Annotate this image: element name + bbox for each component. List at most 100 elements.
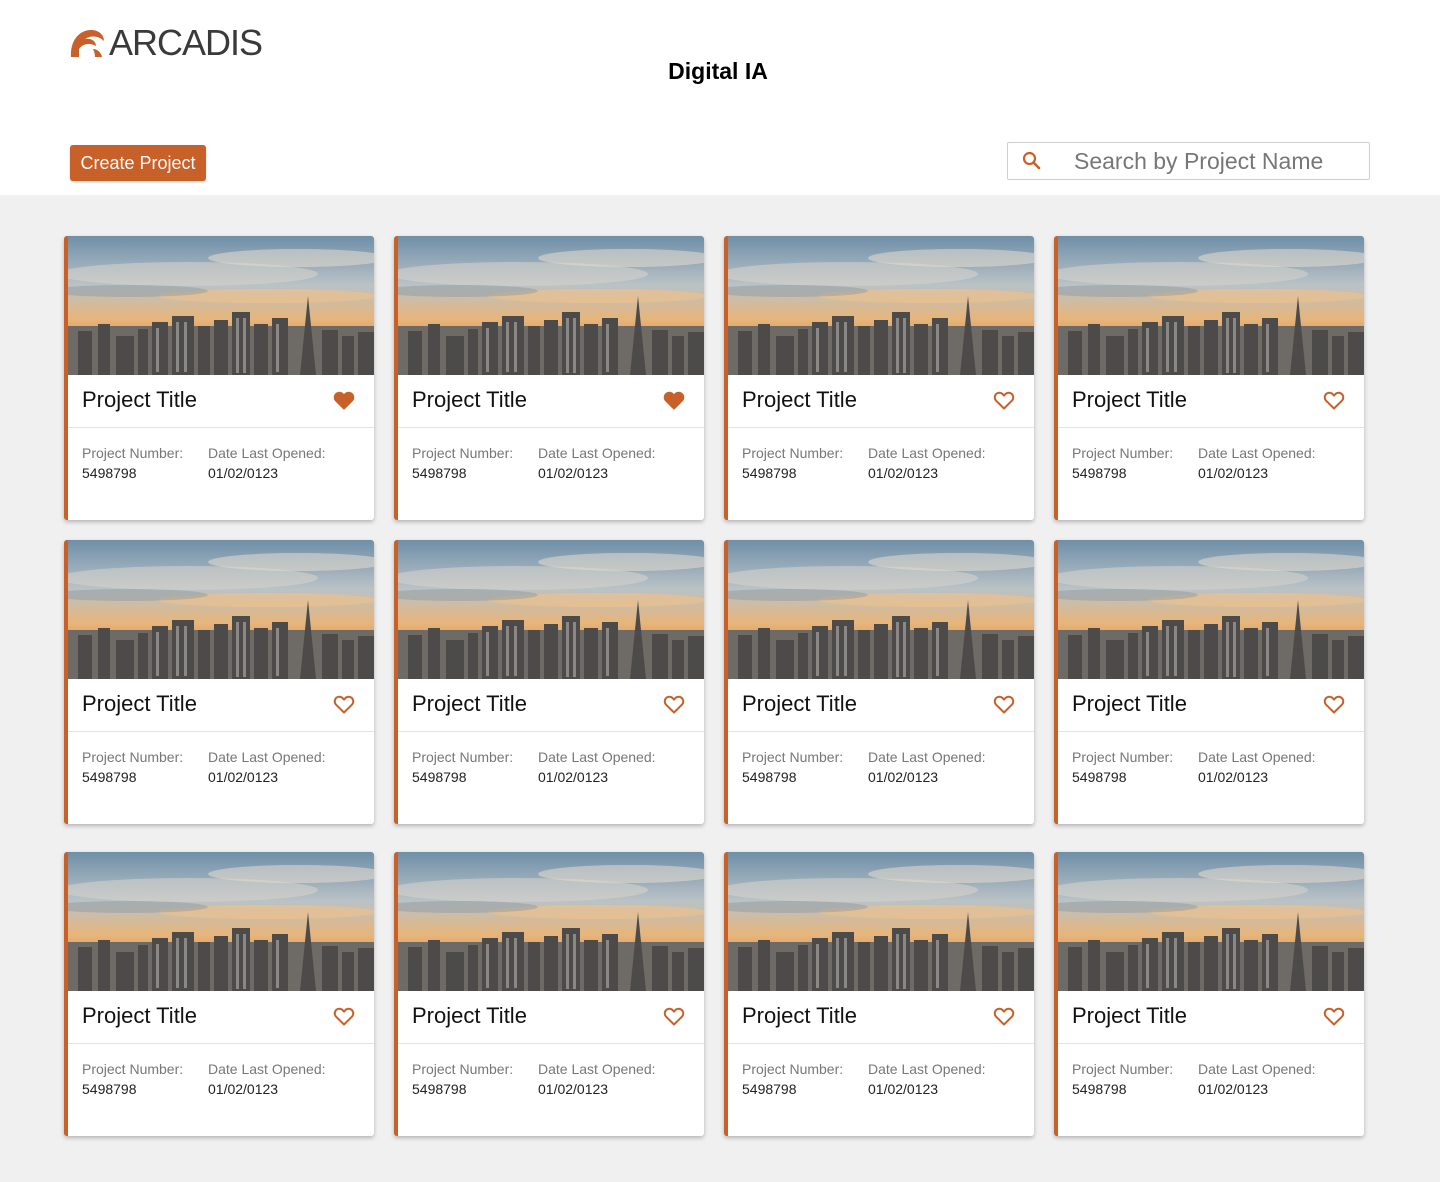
favorite-heart-icon[interactable] (992, 388, 1016, 412)
card-divider (68, 1043, 374, 1044)
favorite-heart-icon[interactable] (662, 1004, 686, 1028)
project-number-value: 5498798 (1072, 769, 1127, 785)
project-title[interactable]: Project Title (742, 1003, 857, 1029)
project-title[interactable]: Project Title (412, 1003, 527, 1029)
date-last-opened-value: 01/02/0123 (1198, 465, 1269, 481)
project-card[interactable]: Project Title Project Number: 5498798 Da… (64, 540, 374, 824)
project-number-value: 5498798 (742, 1081, 797, 1097)
favorite-heart-icon[interactable] (1322, 388, 1346, 412)
favorite-heart-icon[interactable] (1322, 1004, 1346, 1028)
date-last-opened-label: Date Last Opened: (868, 749, 986, 765)
project-number-label: Project Number: (1072, 445, 1174, 461)
create-project-button[interactable]: Create Project (70, 145, 206, 181)
project-title[interactable]: Project Title (412, 387, 527, 413)
project-thumbnail (68, 852, 374, 991)
project-title[interactable]: Project Title (1072, 1003, 1187, 1029)
project-card[interactable]: Project Title Project Number: 5498798 Da… (64, 852, 374, 1136)
project-number-label: Project Number: (1072, 749, 1174, 765)
project-number-label: Project Number: (82, 749, 184, 765)
project-number-value: 5498798 (412, 769, 467, 785)
project-thumbnail (398, 236, 704, 375)
project-number-label: Project Number: (82, 1061, 184, 1077)
favorite-heart-icon[interactable] (992, 692, 1016, 716)
search-input[interactable] (1074, 147, 1364, 175)
date-last-opened-value: 01/02/0123 (868, 769, 939, 785)
project-number-label: Project Number: (1072, 1061, 1174, 1077)
city-sunset-image (398, 540, 704, 679)
project-number-label: Project Number: (742, 445, 844, 461)
search-icon (1022, 151, 1041, 170)
project-card[interactable]: Project Title Project Number: 5498798 Da… (1054, 852, 1364, 1136)
date-last-opened-value: 01/02/0123 (868, 1081, 939, 1097)
date-last-opened-label: Date Last Opened: (208, 749, 326, 765)
project-number-label: Project Number: (412, 445, 514, 461)
card-divider (68, 427, 374, 428)
date-last-opened-value: 01/02/0123 (538, 1081, 609, 1097)
project-title[interactable]: Project Title (82, 691, 197, 717)
favorite-heart-icon[interactable] (662, 692, 686, 716)
project-number-label: Project Number: (82, 445, 184, 461)
favorite-heart-icon[interactable] (992, 1004, 1016, 1028)
project-number-value: 5498798 (82, 465, 137, 481)
project-card[interactable]: Project Title Project Number: 5498798 Da… (394, 236, 704, 520)
date-last-opened-value: 01/02/0123 (538, 465, 609, 481)
date-last-opened-value: 01/02/0123 (538, 769, 609, 785)
date-last-opened-value: 01/02/0123 (868, 465, 939, 481)
project-card[interactable]: Project Title Project Number: 5498798 Da… (724, 236, 1034, 520)
favorite-heart-icon[interactable] (332, 692, 356, 716)
date-last-opened-label: Date Last Opened: (868, 445, 986, 461)
city-sunset-image (728, 852, 1034, 991)
project-number-value: 5498798 (412, 465, 467, 481)
city-sunset-image (68, 540, 374, 679)
favorite-heart-icon[interactable] (332, 1004, 356, 1028)
city-sunset-image (1058, 540, 1364, 679)
card-divider (728, 731, 1034, 732)
date-last-opened-label: Date Last Opened: (868, 1061, 986, 1077)
arcadis-logo[interactable]: ARCADIS (69, 25, 263, 61)
project-number-value: 5498798 (82, 1081, 137, 1097)
project-thumbnail (728, 852, 1034, 991)
project-title[interactable]: Project Title (1072, 387, 1187, 413)
project-number-label: Project Number: (742, 749, 844, 765)
date-last-opened-label: Date Last Opened: (1198, 445, 1316, 461)
card-divider (398, 731, 704, 732)
project-title[interactable]: Project Title (1072, 691, 1187, 717)
project-thumbnail (1058, 540, 1364, 679)
date-last-opened-label: Date Last Opened: (1198, 749, 1316, 765)
project-title[interactable]: Project Title (742, 691, 857, 717)
project-title[interactable]: Project Title (742, 387, 857, 413)
project-card[interactable]: Project Title Project Number: 5498798 Da… (724, 852, 1034, 1136)
project-card[interactable]: Project Title Project Number: 5498798 Da… (1054, 236, 1364, 520)
date-last-opened-value: 01/02/0123 (208, 465, 279, 481)
search-box[interactable] (1007, 142, 1370, 180)
project-title[interactable]: Project Title (412, 691, 527, 717)
favorite-heart-icon[interactable] (662, 388, 686, 412)
card-divider (728, 427, 1034, 428)
card-divider (728, 1043, 1034, 1044)
card-divider (1058, 731, 1364, 732)
city-sunset-image (728, 540, 1034, 679)
project-thumbnail (728, 540, 1034, 679)
project-title[interactable]: Project Title (82, 1003, 197, 1029)
header: ARCADIS Digital IA Create Project (0, 0, 1440, 195)
city-sunset-image (1058, 236, 1364, 375)
project-card[interactable]: Project Title Project Number: 5498798 Da… (64, 236, 374, 520)
project-number-label: Project Number: (742, 1061, 844, 1077)
date-last-opened-label: Date Last Opened: (538, 445, 656, 461)
project-card[interactable]: Project Title Project Number: 5498798 Da… (394, 852, 704, 1136)
project-number-value: 5498798 (742, 465, 797, 481)
favorite-heart-icon[interactable] (332, 388, 356, 412)
project-card[interactable]: Project Title Project Number: 5498798 Da… (1054, 540, 1364, 824)
date-last-opened-label: Date Last Opened: (208, 1061, 326, 1077)
card-divider (398, 1043, 704, 1044)
project-card[interactable]: Project Title Project Number: 5498798 Da… (724, 540, 1034, 824)
project-card[interactable]: Project Title Project Number: 5498798 Da… (394, 540, 704, 824)
arcadis-logo-icon (70, 30, 104, 57)
page-title: Digital IA (668, 58, 768, 84)
city-sunset-image (68, 236, 374, 375)
date-last-opened-label: Date Last Opened: (538, 749, 656, 765)
favorite-heart-icon[interactable] (1322, 692, 1346, 716)
project-thumbnail (1058, 236, 1364, 375)
project-thumbnail (728, 236, 1034, 375)
project-title[interactable]: Project Title (82, 387, 197, 413)
